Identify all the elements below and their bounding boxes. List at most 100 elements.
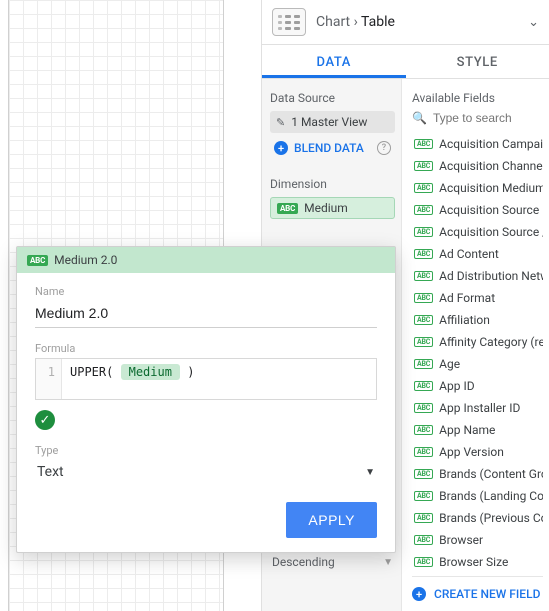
create-new-field-label: CREATE NEW FIELD: [434, 587, 540, 601]
abc-type-badge: ABC: [414, 271, 433, 281]
field-name-input[interactable]: [35, 301, 377, 328]
field-item[interactable]: ABCApp ID: [412, 375, 543, 397]
dialog-header: ABC Medium 2.0: [17, 247, 395, 273]
field-item-label: App Name: [439, 423, 495, 437]
field-item[interactable]: ABC Browser: [412, 529, 543, 551]
available-fields-column: Available Fields 🔍 ABC Acquisition Campai…: [402, 79, 549, 611]
dialog-title: Medium 2.0: [54, 253, 117, 267]
formula-code[interactable]: UPPER( Medium ): [62, 359, 202, 399]
field-item[interactable]: ABC App Installer ID: [412, 397, 543, 419]
apply-button[interactable]: APPLY: [286, 502, 377, 538]
name-label: Name: [35, 285, 377, 298]
abc-type-badge: ABC: [277, 203, 298, 214]
abc-type-badge: ABC: [414, 469, 433, 479]
field-item-label: Age: [439, 357, 460, 371]
abc-type-badge: ABC: [414, 161, 433, 171]
available-fields-heading: Available Fields: [412, 91, 543, 105]
caret-down-icon: ▼: [365, 467, 375, 478]
field-item[interactable]: ABC App Name: [412, 419, 543, 441]
field-item-label: Ad Distribution Netwo…: [439, 269, 543, 283]
formula-label: Formula: [35, 342, 377, 355]
abc-type-badge: ABC: [414, 513, 433, 523]
plus-icon: +: [274, 141, 288, 155]
chevron-down-icon[interactable]: ⌄: [528, 15, 539, 30]
abc-type-badge: ABC: [414, 447, 433, 457]
field-item-label: App Version: [439, 445, 504, 459]
abc-type-badge: ABC: [414, 227, 433, 237]
field-item[interactable]: ABCAcquisition Medium: [412, 177, 543, 199]
data-source-row[interactable]: ✎ 1 Master View: [270, 111, 395, 133]
abc-type-badge: ABC: [414, 293, 433, 303]
tab-data[interactable]: DATA: [262, 45, 406, 78]
create-new-field-button[interactable]: + CREATE NEW FIELD: [412, 576, 543, 611]
formula-editor[interactable]: 1 UPPER( Medium ): [35, 358, 377, 400]
field-search-input[interactable]: [433, 111, 543, 125]
blend-data-button[interactable]: + BLEND DATA ?: [270, 137, 395, 159]
field-item[interactable]: ABCBrands (Landing Cont…: [412, 485, 543, 507]
abc-type-badge: ABC: [414, 425, 433, 435]
tab-style[interactable]: STYLE: [406, 45, 549, 78]
field-item-label: Ad Format: [439, 291, 495, 305]
chart-type-header[interactable]: Chart › Table ⌄: [262, 0, 549, 45]
field-item[interactable]: ABC Browser Size: [412, 551, 543, 568]
function-name: UPPER(: [70, 365, 113, 379]
type-dropdown[interactable]: Text ▼: [35, 460, 377, 484]
field-item-label: Brands (Previous Con…: [439, 511, 543, 525]
blend-data-label: BLEND DATA: [294, 141, 364, 155]
search-icon: 🔍: [412, 111, 427, 125]
dimension-chip-label: Medium: [304, 201, 348, 215]
pencil-icon: ✎: [276, 116, 285, 129]
field-list[interactable]: ABC Acquisition Campaign ABC Acquisition Ch…: [412, 133, 543, 568]
field-item-label: Affiliation: [439, 313, 490, 327]
field-item[interactable]: ABC Ad Distribution Netwo…: [412, 265, 543, 287]
calculated-field-dialog: ABC Medium 2.0 Name Formula 1 UPPER( Med…: [16, 246, 396, 553]
field-item[interactable]: ABCBrands (Content Group): [412, 463, 543, 485]
field-item-label: Acquisition Channel: [439, 159, 543, 173]
field-item[interactable]: ABC Acquisition Source / …: [412, 221, 543, 243]
field-item[interactable]: ABCAffinity Category (reac…: [412, 331, 543, 353]
abc-type-badge: ABC: [414, 315, 433, 325]
field-item[interactable]: ABC Acquisition Channel: [412, 155, 543, 177]
field-item[interactable]: ABC Ad Format: [412, 287, 543, 309]
dimension-chip[interactable]: ABC Medium: [270, 197, 395, 219]
field-item-label: Acquisition Medium: [439, 181, 543, 195]
field-item-label: Acquisition Campaign: [439, 137, 543, 151]
formula-dimension-chip[interactable]: Medium: [121, 364, 180, 380]
line-gutter: 1: [36, 359, 62, 399]
abc-type-badge: ABC: [414, 535, 433, 545]
field-item[interactable]: ABC Acquisition Campaign: [412, 133, 543, 155]
field-search[interactable]: 🔍: [412, 111, 543, 125]
breadcrumb-sep: ›: [354, 14, 358, 30]
abc-type-badge: ABC: [414, 249, 433, 259]
field-item-label: Browser: [439, 533, 483, 547]
field-item[interactable]: ABC Age: [412, 353, 543, 375]
valid-check-icon: ✓: [35, 410, 55, 430]
caret-down-icon: ▼: [383, 557, 393, 568]
field-item[interactable]: ABC Affiliation: [412, 309, 543, 331]
abc-type-badge: ABC: [414, 557, 433, 567]
field-item[interactable]: ABC App Version: [412, 441, 543, 463]
field-item[interactable]: ABCAcquisition Source: [412, 199, 543, 221]
sort-label: Descending: [272, 555, 335, 569]
breadcrumb: Chart › Table: [316, 14, 518, 30]
panel-tabs: DATA STYLE: [262, 45, 549, 79]
abc-type-badge: ABC: [414, 491, 433, 501]
sort-dropdown[interactable]: Descending ▼: [270, 555, 395, 569]
field-item-label: Ad Content: [439, 247, 499, 261]
abc-type-badge: ABC: [414, 359, 433, 369]
line-number: 1: [48, 365, 55, 379]
field-item[interactable]: ABC Brands (Previous Con…: [412, 507, 543, 529]
abc-type-badge: ABC: [414, 403, 433, 413]
help-icon[interactable]: ?: [377, 141, 391, 155]
dimension-label: Dimension: [270, 177, 395, 191]
breadcrumb-root: Chart: [316, 14, 350, 30]
abc-type-badge: ABC: [414, 139, 433, 149]
field-item-label: Acquisition Source / …: [439, 225, 543, 239]
close-paren: ): [187, 365, 194, 379]
type-label: Type: [35, 444, 377, 457]
field-item[interactable]: ABC Ad Content: [412, 243, 543, 265]
field-item-label: App Installer ID: [439, 401, 520, 415]
field-item-label: Browser Size: [439, 555, 508, 568]
type-value: Text: [37, 464, 64, 480]
table-chart-icon: [272, 8, 306, 36]
